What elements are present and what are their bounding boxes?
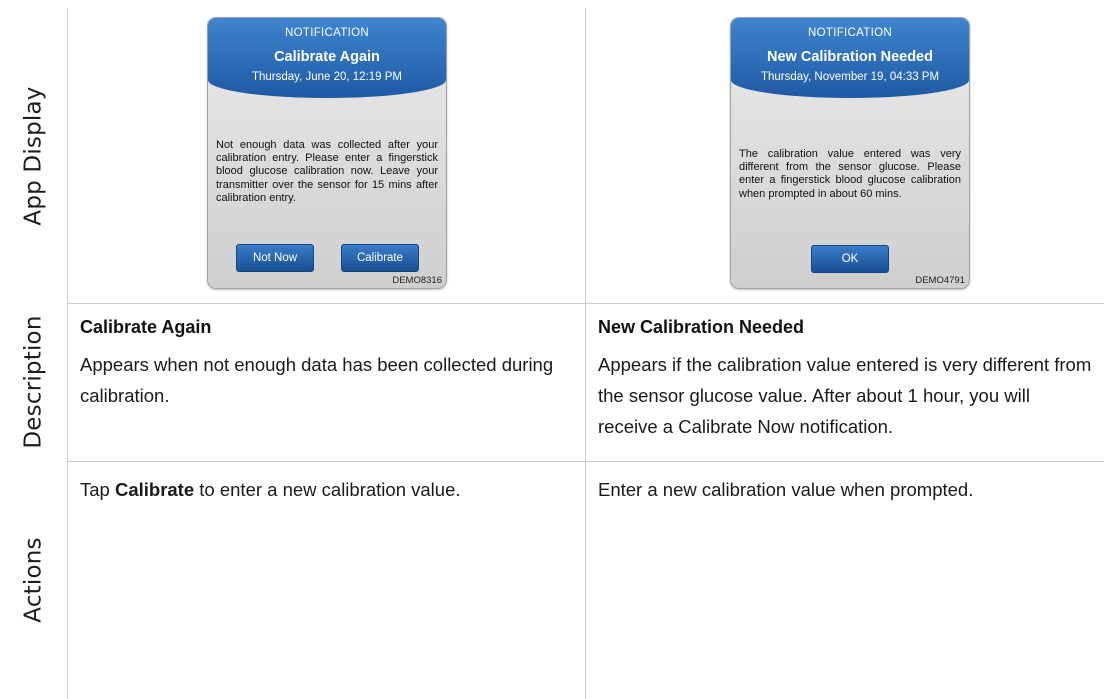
description-text-left: Appears when not enough data has been co… — [80, 354, 554, 406]
notification-header: NOTIFICATION Calibrate Again Thursday, J… — [208, 18, 446, 98]
notification-header: NOTIFICATION New Calibration Needed Thur… — [731, 18, 969, 98]
not-now-button[interactable]: Not Now — [236, 244, 314, 272]
action-prefix: Tap — [80, 479, 115, 500]
notification-title: New Calibration Needed — [767, 49, 933, 65]
description-title-right: New Calibration Needed — [598, 317, 805, 337]
ok-button[interactable]: OK — [811, 245, 889, 273]
row-label-description-text: Description — [20, 315, 47, 449]
calibrate-again-notification: NOTIFICATION Calibrate Again Thursday, J… — [207, 17, 447, 289]
notification-title: Calibrate Again — [274, 49, 380, 65]
new-calibration-needed-notification: NOTIFICATION New Calibration Needed Thur… — [730, 17, 970, 289]
row-divider-1 — [67, 303, 1104, 304]
middle-column-divider — [585, 8, 586, 699]
calibrate-button[interactable]: Calibrate — [341, 244, 419, 272]
row-label-app-display-text: App Display — [20, 85, 47, 226]
description-text-right: Appears if the calibration value entered… — [598, 354, 1092, 437]
notification-message: Not enough data was collected after your… — [216, 139, 438, 204]
action-text-left: Tap Calibrate to enter a new calibration… — [80, 474, 575, 505]
action-suffix: to enter a new calibration value. — [194, 479, 461, 500]
description-title-left: Calibrate Again — [80, 317, 212, 337]
row-divider-2 — [67, 461, 1104, 462]
notification-kicker: NOTIFICATION — [808, 27, 892, 39]
notification-kicker: NOTIFICATION — [285, 27, 369, 39]
notification-date: Thursday, June 20, 12:19 PM — [251, 71, 402, 83]
action-text-right: Enter a new calibration value when promp… — [598, 479, 974, 500]
row-label-app-display: App Display — [0, 8, 67, 303]
demo-code: DEMO4791 — [915, 275, 965, 286]
demo-code: DEMO8316 — [392, 275, 442, 286]
left-column-divider — [67, 8, 68, 699]
row-label-actions: Actions — [0, 461, 67, 699]
notification-message: The calibration value entered was very d… — [739, 148, 961, 200]
row-label-description: Description — [0, 303, 67, 461]
notification-date: Thursday, November 19, 04:33 PM — [760, 71, 940, 83]
row-label-actions-text: Actions — [20, 537, 47, 623]
calibrate-emphasis: Calibrate — [114, 479, 195, 500]
